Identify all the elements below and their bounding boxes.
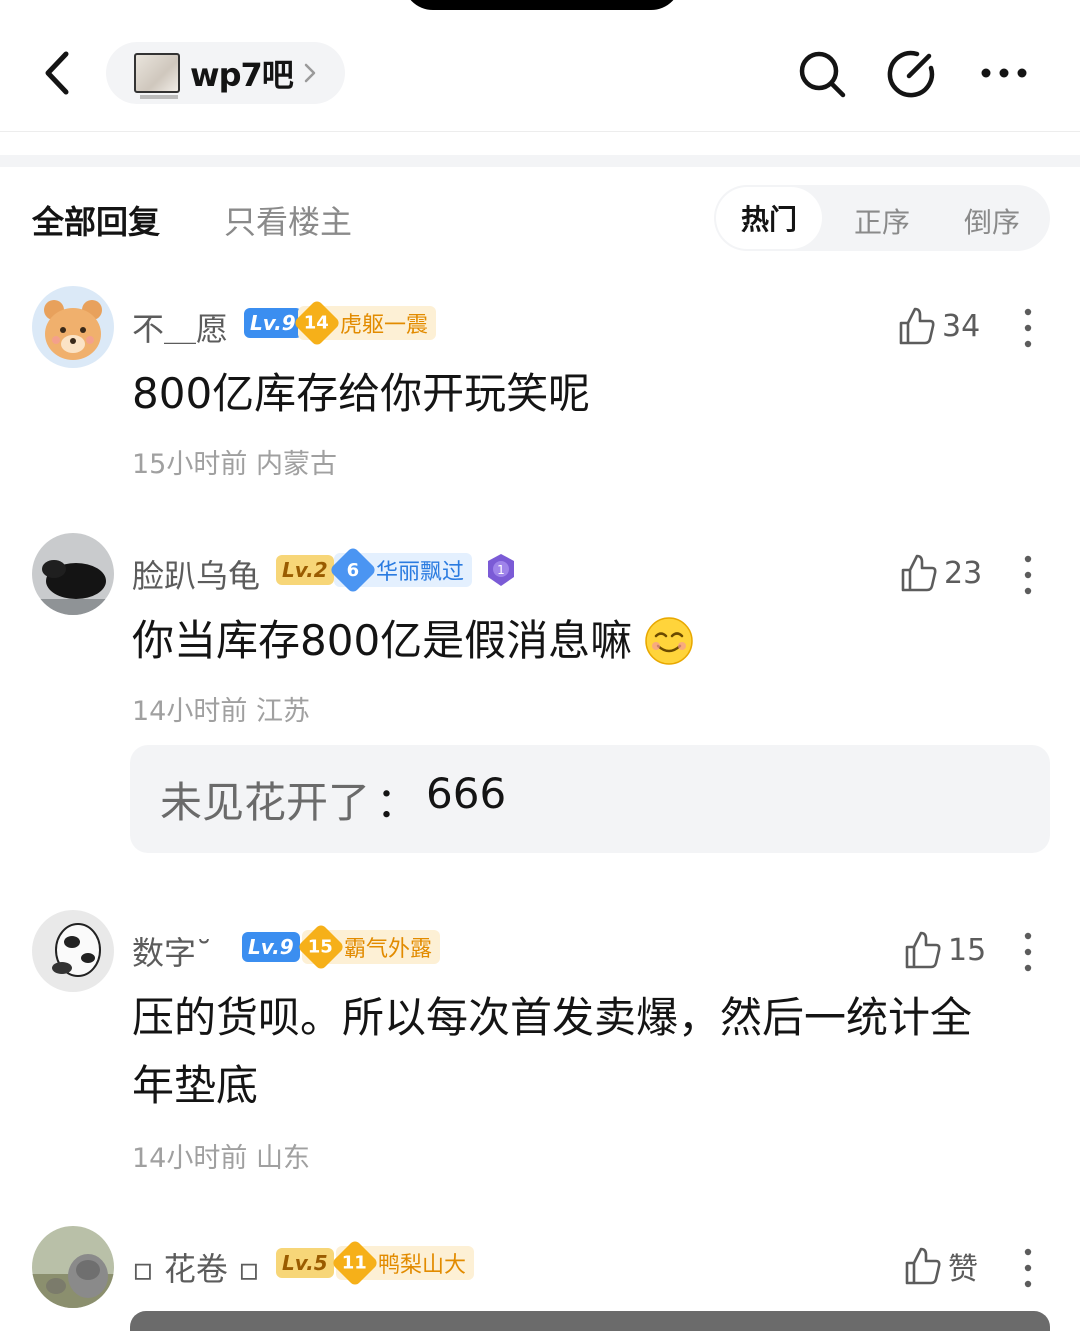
svg-text:1: 1 (497, 563, 505, 577)
sub-reply-separator: ： (376, 778, 419, 827)
username[interactable]: ▫ 花卷 ▫ (132, 1244, 260, 1290)
kebab-menu-icon[interactable] (1024, 555, 1032, 595)
sort-desc-button[interactable]: 倒序 (964, 201, 1020, 241)
reply-location: 江苏 (255, 696, 310, 727)
fan-title: 华丽飘过 (376, 560, 465, 585)
like-button[interactable]: 34 (898, 306, 980, 346)
tab-op-only[interactable]: 只看楼主 (224, 197, 352, 243)
reply-content-line: 压的货呗。所以每次首发卖爆，然后一统计全 (132, 993, 973, 1042)
thumbs-up-icon (905, 931, 941, 969)
reply-time: 14小时前 (132, 1143, 248, 1174)
like-count: 34 (942, 308, 981, 344)
top-bar: wp7吧 (0, 0, 1080, 132)
reply-item: 不＿愿 Lv.9 14 虎躯一震 34 800亿库存给你开玩笑呢 15小时前 内… (0, 286, 1080, 486)
reply-location: 山东 (255, 1143, 310, 1174)
level-badge: Lv.2 (276, 555, 334, 585)
fan-badge: 14 虎躯一震 (292, 298, 437, 348)
kebab-menu-icon[interactable] (1024, 1248, 1032, 1288)
username[interactable]: 不＿愿 (132, 304, 228, 350)
search-icon[interactable] (798, 50, 846, 98)
reply-item: 脸趴乌龟 Lv.2 6 华丽飘过 1 23 你当库存800亿是假消息嘛 14小时… (0, 533, 1080, 863)
username[interactable]: 脸趴乌龟 (132, 551, 260, 597)
forum-entry-button[interactable]: wp7吧 (106, 42, 345, 104)
thumbs-up-icon (905, 1247, 941, 1285)
reply-time: 15小时前 (132, 449, 248, 480)
section-divider (0, 155, 1080, 167)
level-badge: Lv.9 (242, 932, 300, 962)
forum-name: wp7吧 (190, 56, 294, 94)
thumbs-up-icon (901, 554, 937, 592)
tab-all-replies[interactable]: 全部回复 (32, 197, 160, 243)
reply-time: 14小时前 (132, 696, 248, 727)
like-button[interactable]: 15 (904, 930, 986, 970)
fan-level-number: 14 (292, 298, 342, 348)
smile-emoji-icon (645, 617, 693, 665)
reply-location: 内蒙古 (255, 449, 337, 480)
reply-content-line: 年垫底 (132, 1061, 259, 1110)
sort-asc-button[interactable]: 正序 (854, 201, 910, 241)
fan-badge: 11 鸭梨山大 (330, 1238, 475, 1288)
like-count: 23 (944, 555, 983, 591)
sort-switch: 热门 正序 倒序 (714, 185, 1050, 251)
fan-level-number: 11 (330, 1238, 380, 1288)
level-badge: Lv.9 (244, 308, 302, 338)
reply-meta: 14小时前 山东 (132, 1136, 310, 1175)
sub-reply-username[interactable]: 未见花开了 (160, 769, 370, 830)
back-icon[interactable] (40, 48, 80, 98)
chevron-right-icon (304, 63, 315, 83)
sub-reply-text: 666 (426, 769, 507, 818)
like-count: 15 (948, 932, 987, 968)
fan-badge: 6 华丽飘过 (328, 545, 473, 595)
fan-title: 鸭梨山大 (378, 1253, 467, 1278)
like-button[interactable]: 赞 (904, 1246, 978, 1287)
avatar[interactable] (32, 286, 114, 368)
reply-meta: 14小时前 江苏 (132, 689, 310, 728)
medal-icon: 1 (488, 554, 514, 586)
share-edit-icon[interactable] (887, 48, 937, 98)
more-options-icon[interactable] (980, 66, 1028, 80)
thumbs-up-icon (899, 307, 935, 345)
kebab-menu-icon[interactable] (1024, 932, 1032, 972)
reply-item: 数字˘ Lv.9 15 霸气外露 15 压的货呗。所以每次首发卖爆，然后一统计全… (0, 910, 1080, 1180)
avatar[interactable] (32, 910, 114, 992)
media-preview-edge (130, 1311, 1050, 1331)
fan-title: 虎躯一震 (340, 313, 429, 338)
username[interactable]: 数字˘ (132, 928, 212, 974)
reply-text: 你当库存800亿是假消息嘛 (132, 616, 633, 665)
reply-meta: 15小时前 内蒙古 (132, 442, 337, 481)
forum-thumbnail (134, 53, 180, 99)
avatar[interactable] (32, 533, 114, 615)
reply-content: 800亿库存给你开玩笑呢 (132, 369, 591, 418)
sort-hot-button[interactable]: 热门 (716, 187, 822, 249)
fan-level-number: 6 (328, 545, 378, 595)
fan-title: 霸气外露 (344, 937, 433, 962)
reply-tabs: 全部回复 只看楼主 热门 正序 倒序 (0, 185, 1080, 251)
like-button[interactable]: 23 (900, 553, 982, 593)
fan-badge: 15 霸气外露 (296, 922, 441, 972)
kebab-menu-icon[interactable] (1024, 308, 1032, 348)
level-badge: Lv.5 (276, 1248, 334, 1278)
reply-content: 你当库存800亿是假消息嘛 (132, 607, 694, 675)
fan-level-number: 15 (296, 922, 346, 972)
like-label: 赞 (948, 1252, 978, 1287)
avatar[interactable] (32, 1226, 114, 1308)
sub-reply-box[interactable]: 未见花开了 ： 666 (130, 745, 1050, 853)
